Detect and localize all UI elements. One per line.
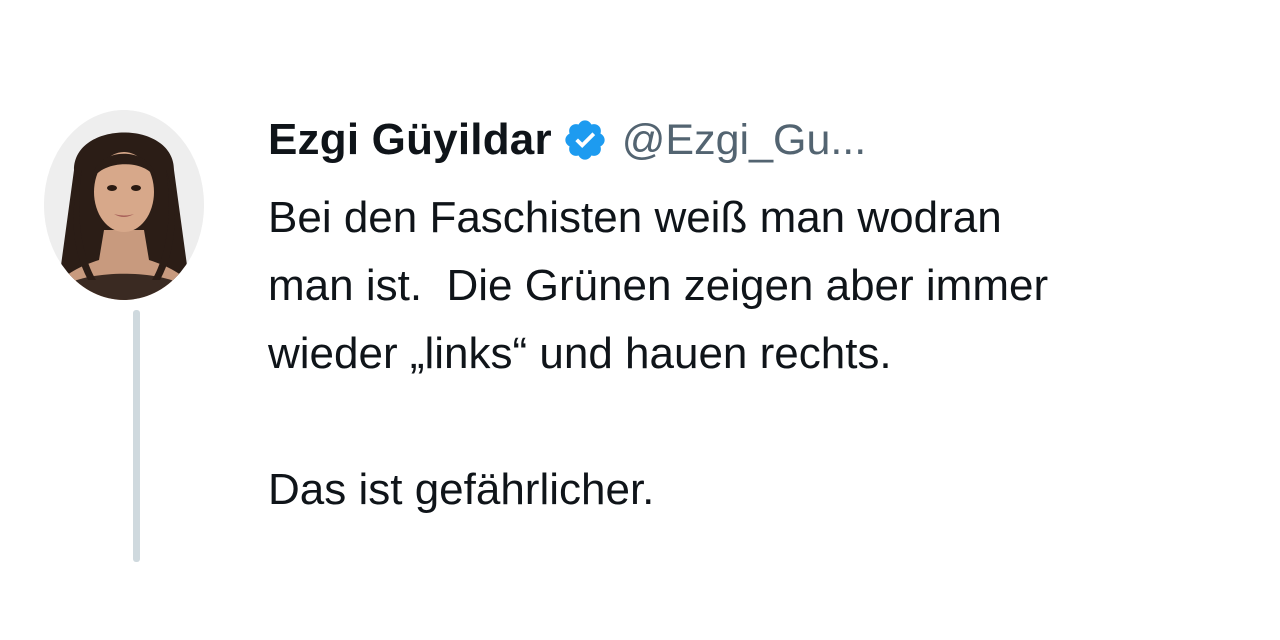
author-display-name[interactable]: Ezgi Güyildar [268, 115, 552, 165]
avatar[interactable] [44, 110, 204, 300]
author-handle[interactable]: @Ezgi_Gu... [622, 116, 866, 165]
tweet-text-blank-line [268, 388, 1248, 456]
tweet-header: Ezgi Güyildar @Ezgi_Gu... [268, 112, 866, 168]
tweet-text-line: wieder „links“ und hauen rechts. [268, 329, 892, 378]
thread-connector-line [133, 310, 140, 562]
avatar-image [44, 110, 204, 300]
tweet-text-line: Bei den Faschisten weiß man wodran [268, 193, 1002, 242]
verified-badge-icon [562, 117, 608, 163]
tweet-text-line: Das ist gefährlicher. [268, 465, 655, 514]
tweet-text: Bei den Faschisten weiß man wodran man i… [268, 184, 1248, 524]
tweet-text-line: man ist. Die Grünen zeigen aber immer [268, 261, 1049, 310]
